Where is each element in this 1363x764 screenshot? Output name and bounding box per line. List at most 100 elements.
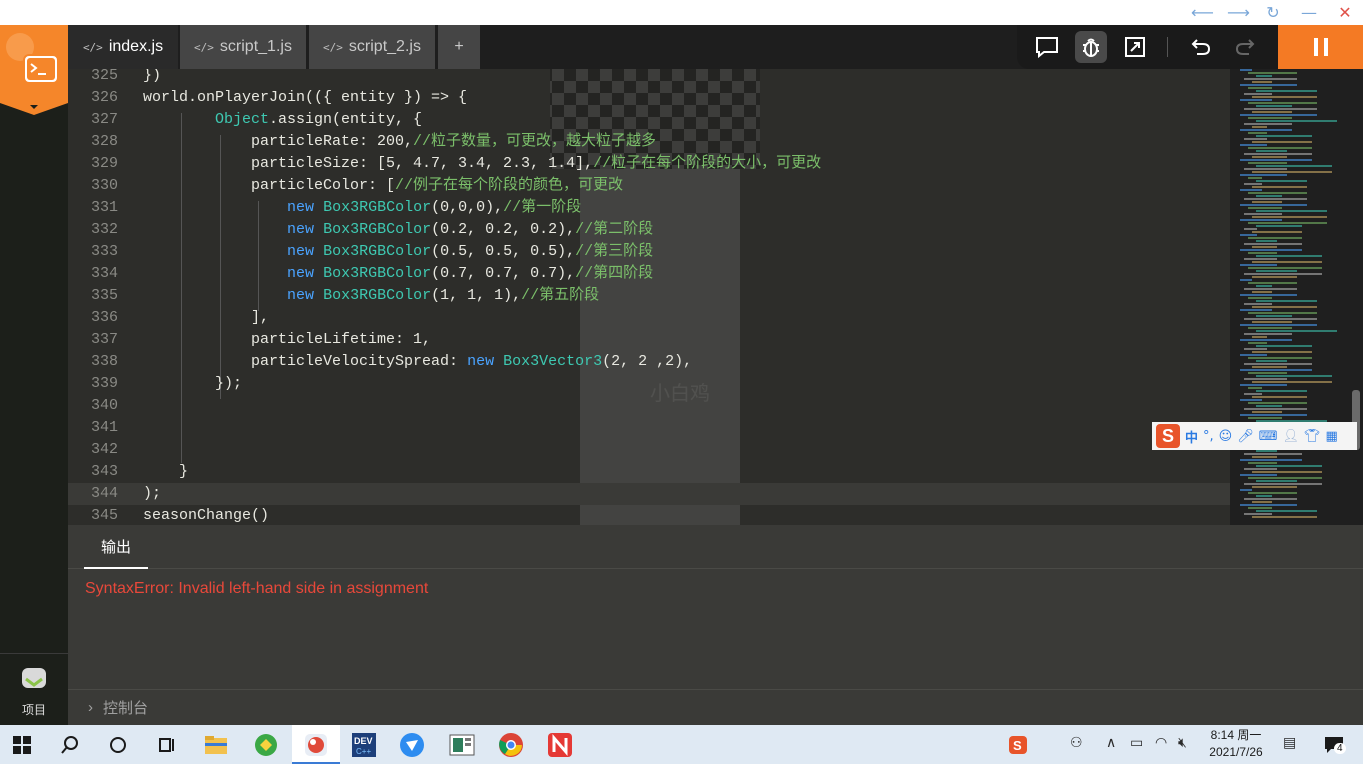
console-toggle[interactable]: › 控制台	[68, 689, 1363, 725]
tab-script-2[interactable]: </> script_2.js	[309, 25, 435, 69]
notes-icon[interactable]: ▤	[1283, 735, 1296, 751]
feishu-app-icon[interactable]	[398, 731, 426, 759]
tab-script-1[interactable]: </> script_1.js	[180, 25, 306, 69]
battery-icon[interactable]: ▭	[1130, 735, 1143, 751]
wifi-icon[interactable]: ◠	[1155, 735, 1167, 751]
refresh-icon[interactable]: ↻	[1263, 3, 1283, 22]
minimap-line	[1240, 384, 1287, 386]
debug-bug-icon	[1083, 38, 1099, 57]
minimap-line	[1252, 456, 1277, 458]
code-line[interactable]: 343 }	[68, 461, 1230, 483]
code-line[interactable]: 327 Object.assign(entity, {	[68, 109, 1230, 131]
user-icon[interactable]: 👤︎	[1283, 429, 1300, 444]
code-minimap[interactable]	[1230, 69, 1363, 525]
minimap-line	[1252, 96, 1317, 98]
code-line[interactable]: 328 particleRate: 200,//粒子数量，可更改，越大粒子越多	[68, 131, 1230, 153]
speaker-muted-icon[interactable]: 🔇︎	[1178, 735, 1187, 751]
code-line[interactable]: 331 new Box3RGBColor(0,0,0),//第一阶段	[68, 197, 1230, 219]
code-line[interactable]: 340	[68, 395, 1230, 417]
code-line[interactable]: 335 new Box3RGBColor(1, 1, 1),//第五阶段	[68, 285, 1230, 307]
back-arrow-icon[interactable]: ⟵	[1191, 3, 1214, 22]
keyboard-icon[interactable]: ⌨	[1259, 429, 1278, 444]
logo-dropdown[interactable]	[0, 103, 68, 115]
line-number: 342	[90, 441, 118, 458]
code-line[interactable]: 338 particleVelocitySpread: new Box3Vect…	[68, 351, 1230, 373]
undo-button[interactable]	[1185, 31, 1217, 63]
minimap-line	[1256, 315, 1292, 317]
debug-button[interactable]	[1075, 31, 1107, 63]
search-icon[interactable]	[56, 731, 84, 759]
tab-index-js[interactable]: </> index.js	[68, 25, 178, 69]
forward-arrow-icon[interactable]: ⟶	[1227, 3, 1250, 22]
comment-button[interactable]	[1031, 31, 1063, 63]
chevron-up-icon[interactable]: ∧	[1106, 735, 1116, 751]
code-icon: </>	[82, 40, 103, 54]
code-line[interactable]: 326 world.onPlayerJoin(({ entity }) => {	[68, 87, 1230, 109]
minimap-line	[1240, 204, 1307, 206]
minimap-line	[1240, 399, 1262, 401]
minimap-line	[1256, 405, 1282, 407]
windows-start-icon[interactable]	[8, 731, 36, 759]
box3-app-icon[interactable]	[302, 731, 330, 759]
code-text: }	[143, 463, 189, 480]
minimap-line	[1244, 288, 1297, 290]
minimize-icon[interactable]: —	[1299, 3, 1319, 22]
minimap-line	[1244, 153, 1312, 155]
taskbar-clock[interactable]: 8:14 周一 2021/7/26	[1204, 727, 1268, 761]
code-line[interactable]: 337 particleLifetime: 1,	[68, 329, 1230, 351]
minimap-line	[1256, 390, 1307, 392]
skin-shirt-icon[interactable]: 👕︎	[1304, 429, 1321, 444]
grid-menu-icon[interactable]: ▦	[1326, 429, 1338, 444]
minimap-line	[1256, 75, 1272, 77]
sogou-logo-icon[interactable]: S	[1156, 424, 1180, 448]
task-view-icon[interactable]	[152, 731, 180, 759]
ime-punctuation[interactable]: °,	[1203, 429, 1214, 444]
code-line[interactable]: 325})	[68, 69, 1230, 87]
minimap-line	[1240, 99, 1272, 101]
code-line[interactable]: 329 particleSize: [5, 4.7, 3.4, 2.3, 1.4…	[68, 153, 1230, 175]
code-line[interactable]: 336 ],	[68, 307, 1230, 329]
cortana-icon[interactable]	[104, 731, 132, 759]
code-line[interactable]: 345 seasonChange()	[68, 505, 1230, 525]
notification-center-icon[interactable]: 4	[1320, 731, 1348, 759]
minimap-line	[1244, 243, 1302, 245]
tab-output[interactable]: 输出	[84, 525, 148, 569]
project-button[interactable]: 项目	[0, 653, 68, 725]
code-text: particleVelocitySpread: new Box3Vector3(…	[143, 353, 693, 370]
code-line[interactable]: 339 });	[68, 373, 1230, 395]
code-line[interactable]: 330 particleColor: [//例子在每个阶段的颜色，可更改	[68, 175, 1230, 197]
people-icon[interactable]: ⚇	[1070, 735, 1083, 751]
code-line[interactable]: 341	[68, 417, 1230, 439]
app-green-icon[interactable]	[252, 731, 280, 759]
editor-toolbar	[1017, 25, 1278, 69]
minimap-line	[1252, 216, 1327, 218]
code-line[interactable]: 342	[68, 439, 1230, 461]
minimap-line	[1240, 189, 1262, 191]
file-explorer-icon[interactable]	[202, 731, 230, 759]
code-text: world.onPlayerJoin(({ entity }) => {	[143, 89, 468, 106]
project-label: 项目	[21, 703, 46, 717]
line-number: 333	[90, 243, 118, 260]
emoji-icon[interactable]: ☺	[1219, 429, 1233, 444]
microphone-icon[interactable]: 🎤︎	[1237, 429, 1254, 444]
chrome-icon[interactable]	[497, 731, 525, 759]
red-n-app-icon[interactable]	[546, 731, 574, 759]
app-logo[interactable]	[0, 25, 68, 103]
close-icon[interactable]: ✕	[1335, 3, 1355, 22]
sogou-tray-icon[interactable]: S	[1004, 731, 1032, 759]
minimap-line	[1240, 114, 1317, 116]
ime-mode[interactable]: 中	[1185, 427, 1198, 446]
code-line[interactable]: 344);	[68, 483, 1230, 505]
expand-button[interactable]	[1119, 31, 1151, 63]
minimap-line	[1240, 159, 1312, 161]
pause-button[interactable]	[1278, 25, 1363, 69]
code-line[interactable]: 333 new Box3RGBColor(0.5, 0.5, 0.5),//第三…	[68, 241, 1230, 263]
dev-cpp-icon[interactable]: DEV C++	[350, 731, 378, 759]
add-tab-button[interactable]: +	[438, 25, 480, 69]
code-line[interactable]: 334 new Box3RGBColor(0.7, 0.7, 0.7),//第四…	[68, 263, 1230, 285]
redo-button[interactable]	[1229, 31, 1261, 63]
code-line[interactable]: 332 new Box3RGBColor(0.2, 0.2, 0.2),//第二…	[68, 219, 1230, 241]
code-editor[interactable]: 小白鸡 325}) 326 world.onPlayerJoin(({ entity…	[68, 69, 1230, 525]
minimap-line	[1244, 363, 1312, 365]
media-app-icon[interactable]	[448, 731, 476, 759]
